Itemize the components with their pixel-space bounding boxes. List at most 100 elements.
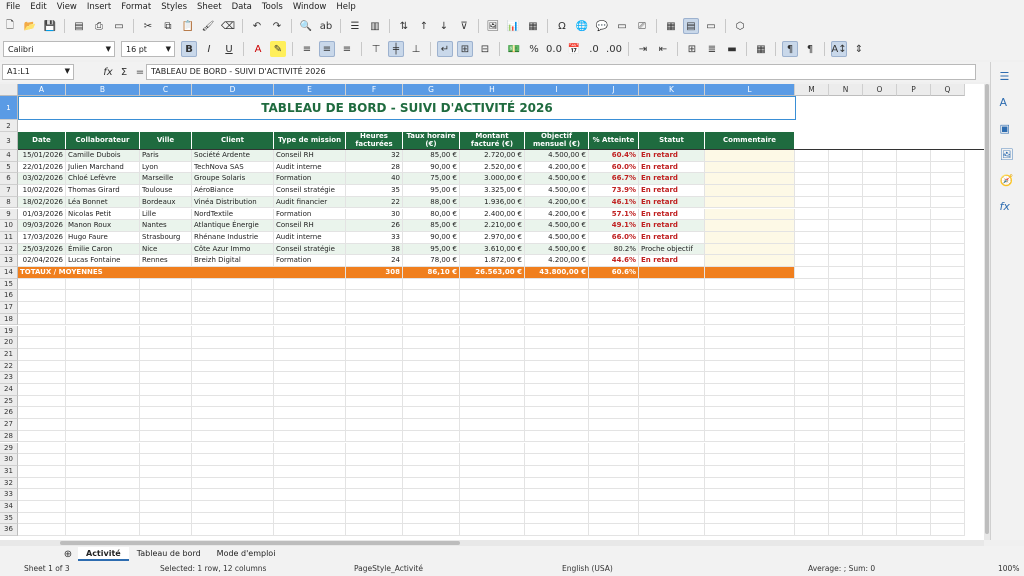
grid-cell[interactable] [795,267,829,279]
row-header[interactable]: 33 [0,489,18,501]
status-page-style[interactable]: PageStyle_Activité [354,564,423,573]
table-cell[interactable]: 02/04/2026 [18,255,66,267]
grid-cell[interactable] [589,501,639,513]
grid-cell[interactable] [274,302,346,314]
grid-cell[interactable] [460,384,525,396]
grid-cell[interactable] [192,501,274,513]
grid-cell[interactable] [403,302,460,314]
column-header-b[interactable]: B [66,84,140,96]
row-icon[interactable]: ☰ [347,18,363,34]
grid-cell[interactable] [829,185,863,197]
font-color-icon[interactable]: A [250,41,266,57]
cut-icon[interactable]: ✂ [140,18,156,34]
grid-cell[interactable] [931,384,965,396]
row-header[interactable]: 32 [0,477,18,490]
grid-cell[interactable] [140,465,192,478]
grid-cell[interactable] [18,278,66,291]
grid-cell[interactable] [829,231,863,244]
grid-cell[interactable] [639,325,705,338]
table-cell[interactable]: 22/01/2026 [18,161,66,174]
grid-cell[interactable] [18,524,66,537]
grid-cell[interactable] [192,360,274,373]
grid-cell[interactable] [829,524,863,537]
grid-cell[interactable] [897,313,931,326]
grid-cell[interactable] [863,442,897,455]
grid-cell[interactable] [192,384,274,396]
grid-cell[interactable] [525,442,589,455]
grid-cell[interactable] [140,395,192,408]
grid-cell[interactable] [274,430,346,443]
grid-cell[interactable] [705,442,795,455]
table-cell[interactable]: 49.1% [589,220,639,232]
menu-format[interactable]: Format [121,2,151,12]
grid-cell[interactable] [403,524,460,537]
grid-cell[interactable] [460,290,525,303]
menu-sheet[interactable]: Sheet [197,2,222,12]
grid-cell[interactable] [192,372,274,384]
table-cell[interactable]: Nicolas Petit [66,208,140,221]
text-direction-rtl-icon[interactable]: ¶ [802,41,818,57]
grid-cell[interactable] [639,477,705,490]
grid-cell[interactable] [18,360,66,373]
totals-cell[interactable]: 26.563,00 € [460,267,525,279]
table-header-cell[interactable]: Commentaire [705,132,795,150]
grid-cell[interactable] [460,348,525,361]
table-cell[interactable]: Émilie Caron [66,243,140,256]
show-draw-functions-icon[interactable]: ▭ [703,18,719,34]
highlight-color-icon[interactable]: ✎ [270,41,286,57]
grid-cell[interactable] [863,302,897,314]
grid-cell[interactable] [403,442,460,455]
grid-cell[interactable] [795,243,829,256]
table-cell[interactable]: Formation [274,255,346,267]
hyperlink-icon[interactable]: 🌐 [574,18,590,34]
row-header[interactable]: 19 [0,325,18,338]
row-header[interactable]: 4 [0,150,18,162]
grid-cell[interactable] [795,161,829,174]
grid-cell[interactable] [346,430,403,443]
grid-cell[interactable] [897,360,931,373]
grid-cell[interactable] [525,465,589,478]
grid-cell[interactable] [639,501,705,513]
grid-cell[interactable] [829,150,863,162]
grid-cell[interactable] [589,524,639,537]
table-cell[interactable]: Conseil RH [274,150,346,162]
table-cell[interactable]: Lyon [140,161,192,174]
grid-cell[interactable] [795,384,829,396]
table-cell[interactable]: Groupe Solaris [192,173,274,186]
grid-cell[interactable] [589,372,639,384]
clear-format-icon[interactable]: ⌫ [220,18,236,34]
table-cell[interactable]: NordTextile [192,208,274,221]
grid-cell[interactable] [897,419,931,431]
grid-cell[interactable] [931,267,965,279]
grid-cell[interactable] [795,150,829,162]
grid-cell[interactable] [346,302,403,314]
grid-cell[interactable] [66,348,140,361]
table-cell[interactable]: 80.2% [589,243,639,256]
grid-cell[interactable] [140,278,192,291]
grid-cell[interactable] [18,430,66,443]
grid-cell[interactable] [525,407,589,420]
grid-cell[interactable] [140,512,192,525]
grid-cell[interactable] [705,372,795,384]
menu-edit[interactable]: Edit [30,2,46,12]
grid-cell[interactable] [795,290,829,303]
table-cell[interactable]: En retard [639,208,705,221]
grid-cell[interactable] [863,489,897,501]
freeze-rows-columns-icon[interactable]: ▦ [663,18,679,34]
grid-cell[interactable] [460,465,525,478]
table-cell[interactable]: 66.0% [589,231,639,244]
table-cell-commentaire[interactable] [705,231,795,244]
grid-cell[interactable] [897,524,931,537]
grid-cell[interactable] [829,384,863,396]
grid-cell[interactable] [639,419,705,431]
grid-cell[interactable] [192,337,274,349]
grid-cell[interactable] [346,501,403,513]
spreadsheet-grid[interactable]: A B C D E F G H I J K L M N O P Q 1 2 3 4 5 6 7 8 9 10 11 12 13 14 15 16… [0,84,984,540]
border-style-icon[interactable]: ≣ [704,41,720,57]
grid-cell[interactable] [705,278,795,291]
table-cell[interactable]: Rhénane Industrie [192,231,274,244]
grid-cell[interactable] [140,501,192,513]
table-cell-commentaire[interactable] [705,185,795,197]
grid-cell[interactable] [931,150,965,162]
table-cell[interactable]: 09/03/2026 [18,220,66,232]
